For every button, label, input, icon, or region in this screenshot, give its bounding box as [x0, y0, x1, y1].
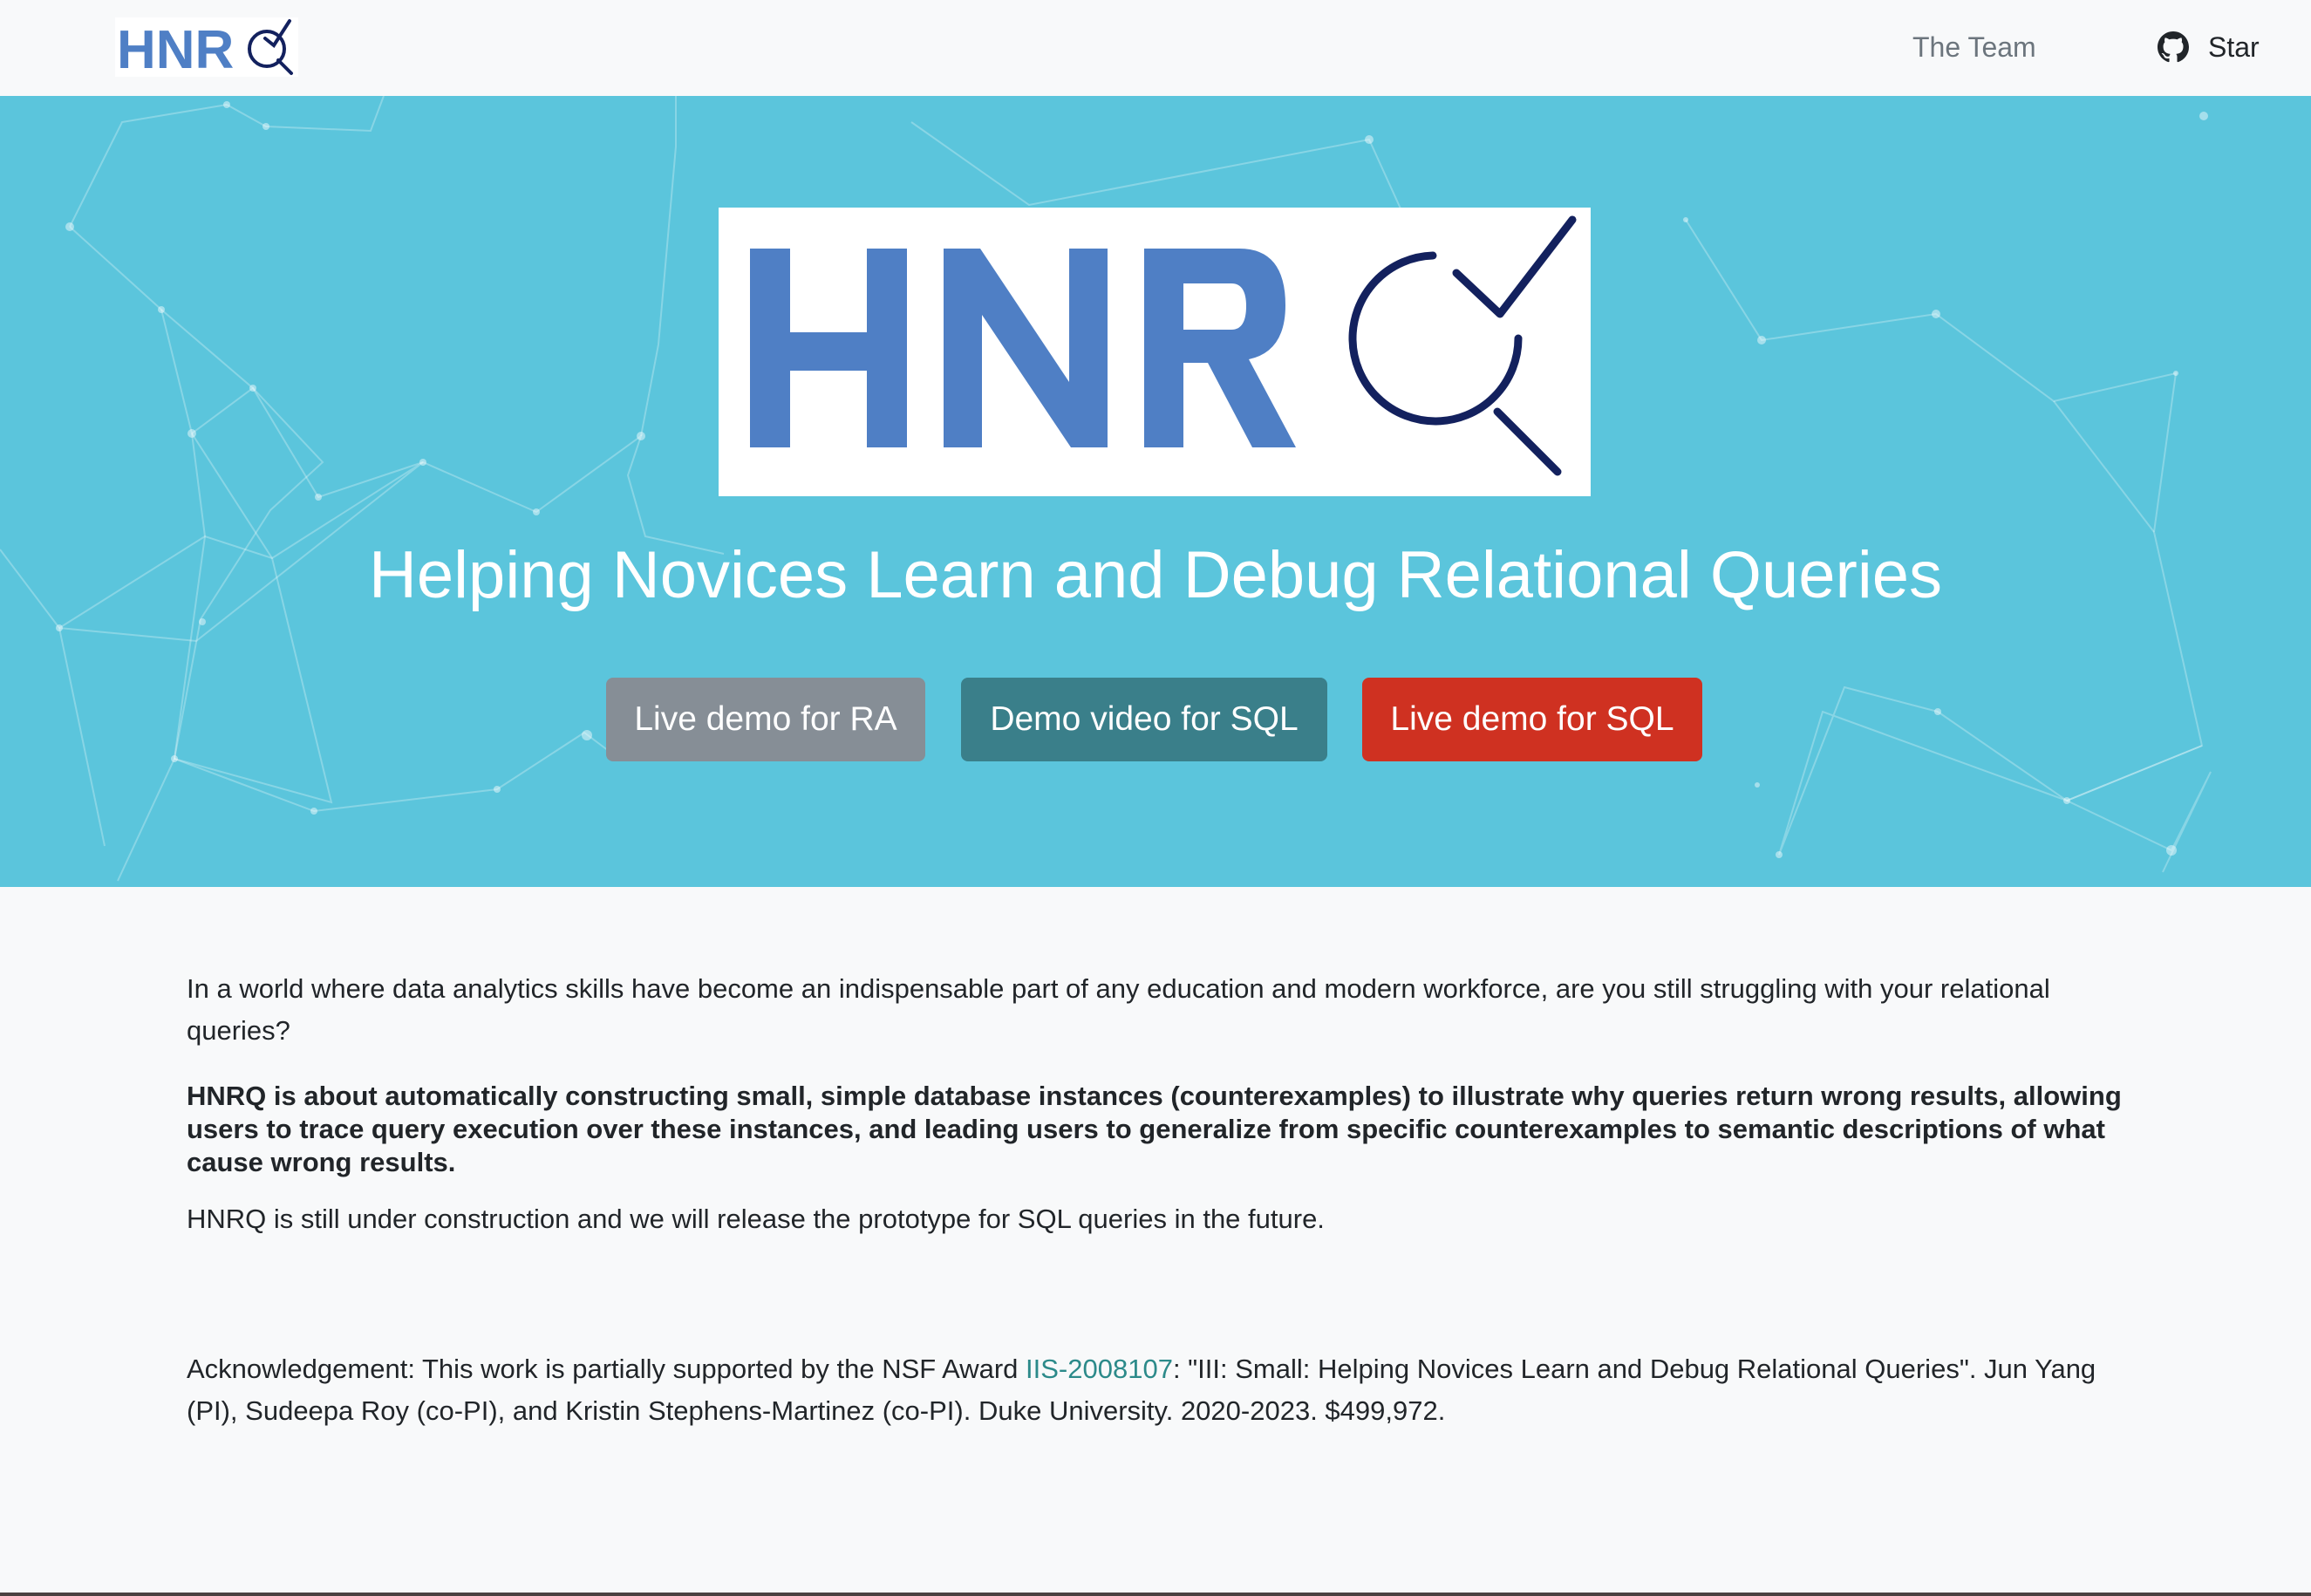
hero-logo — [719, 208, 1591, 496]
github-icon — [2158, 31, 2189, 63]
acknowledgement-paragraph: Acknowledgement: This work is partially … — [187, 1348, 2140, 1432]
hnrq-large-logo-icon — [750, 215, 1577, 476]
nav-logo-text: HNR — [117, 20, 234, 77]
bottom-border — [0, 1593, 2311, 1596]
hero-title: Helping Novices Learn and Debug Relation… — [369, 538, 1942, 612]
demo-video-sql-button[interactable]: Demo video for SQL — [961, 678, 1327, 761]
status-paragraph: HNRQ is still under construction and we … — [187, 1204, 1325, 1234]
ack-prefix: Acknowledgement: This work is partially … — [187, 1354, 1026, 1384]
nav-link-the-team[interactable]: The Team — [1912, 30, 2036, 65]
about-paragraph: HNRQ is about automatically constructing… — [187, 1081, 2122, 1177]
live-demo-ra-button[interactable]: Live demo for RA — [606, 678, 925, 761]
live-demo-sql-button[interactable]: Live demo for SQL — [1362, 678, 1702, 761]
hero-section: Helping Novices Learn and Debug Relation… — [0, 96, 2311, 887]
navbar: HNR The Team Star — [0, 0, 2311, 96]
nsf-award-link[interactable]: IIS-2008107 — [1026, 1354, 1173, 1384]
hnrq-logo-icon: HNR — [115, 17, 298, 80]
intro-paragraph: In a world where data analytics skills h… — [187, 973, 2050, 1046]
star-label: Star — [2208, 31, 2260, 63]
github-star-button[interactable]: Star — [2158, 28, 2260, 66]
nav-logo[interactable]: HNR — [115, 17, 298, 80]
